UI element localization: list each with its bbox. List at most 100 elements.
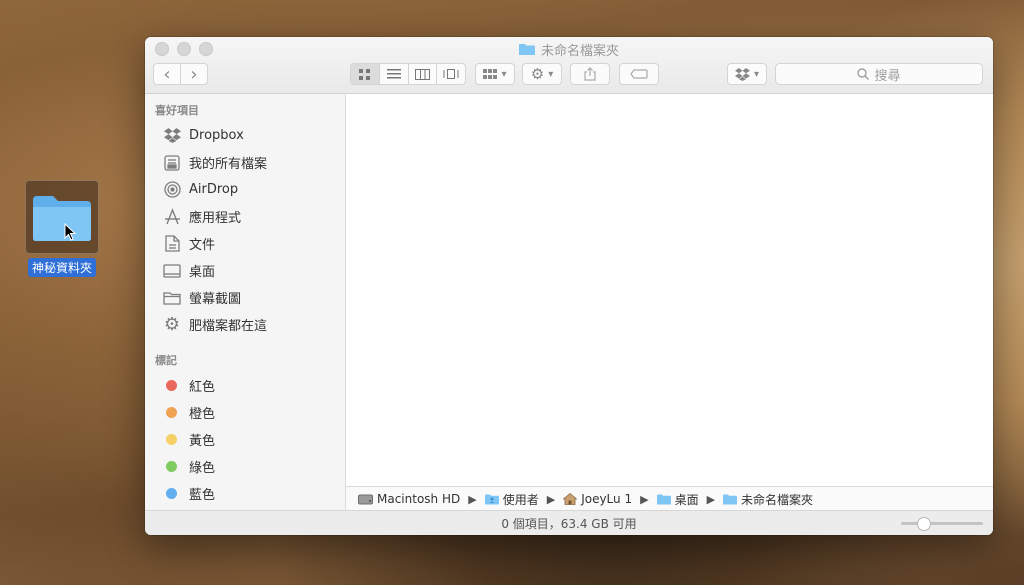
- sidebar: 喜好項目 Dropbox 我的所有檔案 AirDrop 應用程式 文件 桌面 螢…: [145, 94, 346, 511]
- applications-icon: [162, 208, 182, 226]
- status-bar: 0 個項目，63.4 GB 可用: [145, 510, 993, 535]
- path-item-label: 使用者: [502, 492, 539, 507]
- tag-color-dot: [166, 407, 177, 418]
- path-item-label: 桌面: [674, 492, 699, 507]
- sidebar-item-label: 綠色: [189, 461, 216, 476]
- share-icon: [584, 67, 596, 81]
- sidebar-item-label: 應用程式: [189, 211, 242, 226]
- window-title-text: 未命名檔案夾: [540, 44, 619, 59]
- sidebar-item-airdrop[interactable]: AirDrop: [145, 176, 345, 203]
- chevron-right-icon: ▶: [546, 492, 556, 506]
- search-placeholder: 搜尋: [874, 68, 901, 84]
- desktop-folder-thumbnail[interactable]: [25, 180, 99, 254]
- sidebar-item-label: 我的所有檔案: [189, 157, 268, 172]
- titlebar: 未命名檔案夾 ‹ › ▾ ⚙ ▾ ▾ 搜尋: [145, 37, 993, 94]
- file-list-area[interactable]: [346, 94, 993, 487]
- chevron-down-icon: ▾: [548, 68, 554, 80]
- tags-section-title: 標記: [155, 354, 177, 367]
- window-title: 未命名檔案夾: [145, 40, 993, 59]
- home-icon: [563, 493, 578, 505]
- tags-button[interactable]: [619, 63, 659, 85]
- folder-icon: [656, 494, 671, 504]
- tag-color-dot: [166, 488, 177, 499]
- path-item-current-folder[interactable]: 未命名檔案夾: [723, 491, 813, 508]
- desktop-folder-label[interactable]: 神秘資料夾: [27, 258, 96, 277]
- coverflow-view-icon: [443, 69, 459, 79]
- tag-icon: [630, 69, 648, 79]
- sidebar-item-applications[interactable]: 應用程式: [145, 203, 345, 230]
- coverflow-view-button[interactable]: [437, 64, 465, 84]
- share-button[interactable]: [570, 63, 610, 85]
- path-item-users[interactable]: 使用者: [484, 491, 539, 508]
- desktop-icon: [162, 262, 182, 280]
- group-icon: [483, 69, 498, 79]
- path-item-desktop[interactable]: 桌面: [656, 491, 699, 508]
- documents-icon: [162, 235, 182, 253]
- folder-icon: [723, 494, 738, 504]
- list-view-button[interactable]: [380, 64, 409, 84]
- path-item-macintosh-hd[interactable]: Macintosh HD: [358, 492, 460, 506]
- favorites-section-title: 喜好項目: [155, 104, 199, 117]
- back-button[interactable]: ‹: [154, 64, 181, 84]
- slider-knob[interactable]: [917, 517, 931, 531]
- sidebar-item-label: 螢幕截圖: [189, 292, 242, 307]
- view-mode-control: [350, 63, 466, 85]
- sidebar-item-screenshots[interactable]: 螢幕截圖: [145, 284, 345, 311]
- hard-drive-icon: [358, 494, 373, 504]
- action-button[interactable]: ⚙ ▾: [522, 63, 562, 85]
- chevron-right-icon: ▶: [468, 492, 477, 506]
- sidebar-item-desktop[interactable]: 桌面: [145, 257, 345, 284]
- chevron-down-icon: ▾: [501, 68, 507, 80]
- path-item-label: Macintosh HD: [377, 492, 461, 506]
- sidebar-item-label: 藍色: [189, 488, 216, 503]
- sidebar-item-documents[interactable]: 文件: [145, 230, 345, 257]
- path-item-label: JoeyLu 1: [581, 492, 633, 506]
- path-item-home[interactable]: JoeyLu 1: [563, 492, 632, 506]
- users-folder-icon: [484, 494, 499, 504]
- nav-buttons: ‹ ›: [153, 63, 208, 85]
- sidebar-item-large-files[interactable]: ⚙ 肥檔案都在這: [145, 311, 345, 338]
- group-button[interactable]: ▾: [475, 63, 515, 85]
- folder-icon: [162, 289, 182, 307]
- all-files-icon: [162, 154, 182, 172]
- sidebar-item-all-files[interactable]: 我的所有檔案: [145, 149, 345, 176]
- sidebar-item-label: 桌面: [189, 265, 216, 280]
- sidebar-item-dropbox[interactable]: Dropbox: [145, 122, 345, 149]
- sidebar-tag-blue[interactable]: 藍色: [145, 480, 345, 507]
- chevron-right-icon: ›: [190, 63, 198, 85]
- sidebar-tag-red[interactable]: 紅色: [145, 372, 345, 399]
- sidebar-tag-orange[interactable]: 橙色: [145, 399, 345, 426]
- sidebar-item-label: Dropbox: [189, 128, 244, 143]
- airdrop-icon: [162, 181, 182, 199]
- sidebar-item-label: 肥檔案都在這: [189, 319, 268, 334]
- path-bar: Macintosh HD ▶ 使用者 ▶ JoeyLu 1 ▶ 桌面 ▶ 未命名…: [346, 486, 993, 511]
- list-view-icon: [386, 69, 401, 79]
- status-text: 0 個項目，63.4 GB 可用: [501, 516, 637, 531]
- sidebar-item-label: 黃色: [189, 434, 216, 449]
- icon-view-button[interactable]: [351, 64, 380, 84]
- forward-button[interactable]: ›: [181, 64, 207, 84]
- folder-icon: [33, 196, 91, 241]
- tag-color-dot: [166, 461, 177, 472]
- sidebar-tag-green[interactable]: 綠色: [145, 453, 345, 480]
- tag-color-dot: [166, 434, 177, 445]
- chevron-left-icon: ‹: [163, 63, 171, 85]
- desktop-folder[interactable]: 神秘資料夾: [24, 180, 100, 277]
- chevron-down-icon: ▾: [753, 68, 760, 80]
- dropbox-button[interactable]: ▾: [727, 63, 767, 85]
- gear-icon: ⚙: [530, 65, 545, 83]
- sidebar-item-label: 文件: [189, 238, 216, 253]
- search-field[interactable]: 搜尋: [775, 63, 983, 85]
- sidebar-item-label: 紅色: [189, 380, 216, 395]
- column-view-button[interactable]: [409, 64, 438, 84]
- gear-icon: ⚙: [163, 314, 181, 335]
- sidebar-item-label: 橙色: [189, 407, 216, 422]
- mouse-cursor-icon: [64, 223, 76, 241]
- dropbox-icon: [734, 67, 750, 81]
- sidebar-tag-yellow[interactable]: 黃色: [145, 426, 345, 453]
- chevron-right-icon: ▶: [640, 492, 649, 506]
- search-icon: [857, 68, 870, 80]
- dropbox-icon: [162, 127, 182, 145]
- icon-size-slider[interactable]: [901, 517, 983, 531]
- icon-view-icon: [359, 68, 371, 80]
